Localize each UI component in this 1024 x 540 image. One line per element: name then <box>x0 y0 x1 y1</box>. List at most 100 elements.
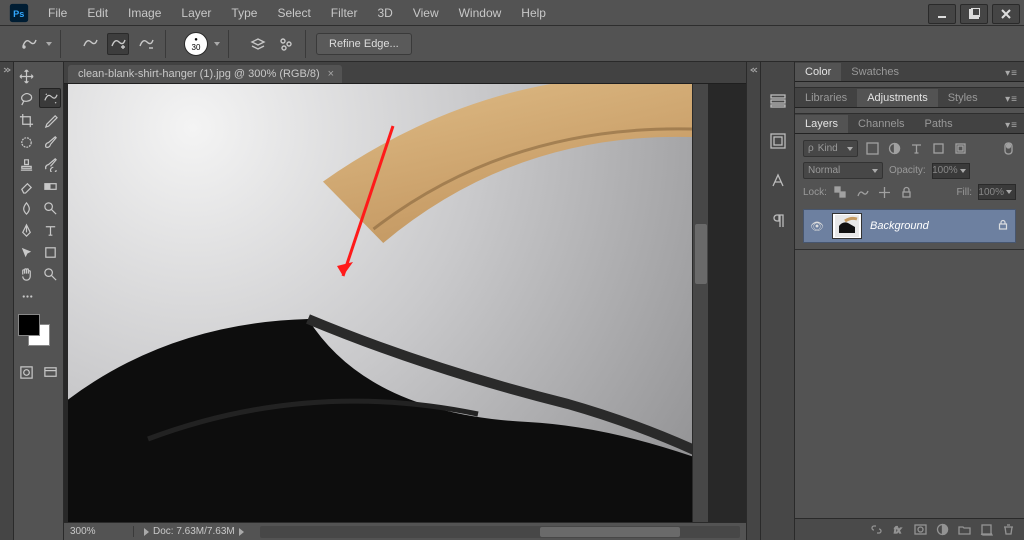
close-tab-icon[interactable]: × <box>328 68 334 80</box>
menu-file[interactable]: File <box>38 0 77 26</box>
filter-smart-icon[interactable] <box>952 141 968 157</box>
path-select-tool[interactable] <box>16 242 38 262</box>
tab-paths[interactable]: Paths <box>915 115 963 133</box>
shape-tool[interactable] <box>40 242 62 262</box>
lock-icon[interactable] <box>997 219 1009 234</box>
quick-select-tool-icon[interactable] <box>18 33 40 55</box>
blend-mode-select[interactable]: Normal <box>803 162 883 179</box>
menu-view[interactable]: View <box>403 0 449 26</box>
foreground-swatch[interactable] <box>18 314 40 336</box>
zoom-tool[interactable] <box>40 264 62 284</box>
tab-libraries[interactable]: Libraries <box>795 89 857 107</box>
zoom-readout[interactable]: 300% <box>64 526 134 537</box>
paragraph-panel-icon[interactable] <box>767 210 789 232</box>
canvas[interactable] <box>68 84 692 522</box>
character-panel-icon[interactable] <box>767 170 789 192</box>
auto-enhance-icon[interactable] <box>275 33 297 55</box>
color-swatches[interactable] <box>16 314 56 352</box>
minimize-button[interactable] <box>928 4 956 24</box>
edit-toolbar[interactable] <box>16 286 38 306</box>
eyedropper-tool[interactable] <box>40 110 62 130</box>
menu-layer[interactable]: Layer <box>171 0 221 26</box>
adjustment-layer-icon[interactable] <box>934 522 950 538</box>
panel-menu-icon[interactable]: ▾≡ <box>999 66 1024 81</box>
layer-mask-icon[interactable] <box>912 522 928 538</box>
eraser-tool[interactable] <box>16 176 38 196</box>
panel-menu-icon[interactable]: ▾≡ <box>999 92 1024 107</box>
tab-channels[interactable]: Channels <box>848 115 914 133</box>
filter-type-icon[interactable] <box>908 141 924 157</box>
menu-window[interactable]: Window <box>449 0 512 26</box>
tab-swatches[interactable]: Swatches <box>841 63 909 81</box>
panels-collapse-rail[interactable] <box>746 62 760 540</box>
tab-adjustments[interactable]: Adjustments <box>857 89 938 107</box>
filter-shape-icon[interactable] <box>930 141 946 157</box>
gradient-tool[interactable] <box>40 176 62 196</box>
properties-panel-icon[interactable] <box>767 130 789 152</box>
lock-image-icon[interactable] <box>855 184 871 200</box>
tool-preset-dropdown-icon[interactable] <box>46 42 52 46</box>
brush-size-swatch[interactable]: ●30 <box>184 32 208 56</box>
lock-position-icon[interactable] <box>877 184 893 200</box>
menu-image[interactable]: Image <box>118 0 171 26</box>
history-panel-icon[interactable] <box>767 90 789 112</box>
tab-layers[interactable]: Layers <box>795 115 848 133</box>
screen-mode-toggle[interactable] <box>40 362 62 382</box>
crop-tool[interactable] <box>16 110 38 130</box>
brush-picker-dropdown-icon[interactable] <box>214 42 220 46</box>
link-layers-icon[interactable] <box>868 522 884 538</box>
layer-style-icon[interactable]: fx <box>890 522 906 538</box>
fill-field[interactable]: 100% <box>978 184 1016 200</box>
filter-pixel-icon[interactable] <box>864 141 880 157</box>
menu-select[interactable]: Select <box>267 0 320 26</box>
document-tab[interactable]: clean-blank-shirt-hanger (1).jpg @ 300% … <box>68 65 342 83</box>
add-to-selection-icon[interactable] <box>107 33 129 55</box>
close-button[interactable] <box>992 4 1020 24</box>
patch-tool[interactable] <box>16 132 38 152</box>
horizontal-scroll-thumb[interactable] <box>540 527 680 537</box>
layer-thumbnail[interactable] <box>832 213 862 239</box>
artboard-tool[interactable] <box>40 66 62 86</box>
tab-color[interactable]: Color <box>795 63 841 81</box>
panel-menu-icon[interactable]: ▾≡ <box>999 118 1024 133</box>
delete-layer-icon[interactable] <box>1000 522 1016 538</box>
menu-3d[interactable]: 3D <box>367 0 402 26</box>
new-layer-icon[interactable] <box>978 522 994 538</box>
layer-row-background[interactable]: 👁 Background <box>803 209 1016 243</box>
blur-tool[interactable] <box>16 198 38 218</box>
quick-select-tool[interactable] <box>39 88 61 108</box>
history-brush-tool[interactable] <box>40 154 62 174</box>
dodge-tool[interactable] <box>40 198 62 218</box>
quick-mask-toggle[interactable] <box>16 362 38 382</box>
tab-styles[interactable]: Styles <box>938 89 988 107</box>
maximize-button[interactable] <box>960 4 988 24</box>
group-layers-icon[interactable] <box>956 522 972 538</box>
sample-all-layers-icon[interactable] <box>247 33 269 55</box>
pen-tool[interactable] <box>16 220 38 240</box>
menu-help[interactable]: Help <box>511 0 556 26</box>
lock-transparent-icon[interactable] <box>833 184 849 200</box>
lock-all-icon[interactable] <box>899 184 915 200</box>
filter-adjust-icon[interactable] <box>886 141 902 157</box>
horizontal-scrollbar[interactable] <box>260 526 740 538</box>
menu-type[interactable]: Type <box>221 0 267 26</box>
layer-filter-kind[interactable]: ρKind <box>803 140 858 157</box>
opacity-field[interactable]: 100% <box>932 163 970 179</box>
menu-filter[interactable]: Filter <box>321 0 368 26</box>
hand-tool[interactable] <box>16 264 38 284</box>
vertical-scrollbar[interactable] <box>692 84 708 522</box>
subtract-from-selection-icon[interactable] <box>135 33 157 55</box>
move-tool[interactable] <box>16 66 38 86</box>
toolbox-collapse-rail[interactable] <box>0 62 14 540</box>
stamp-tool[interactable] <box>16 154 38 174</box>
menu-edit[interactable]: Edit <box>77 0 118 26</box>
lasso-tool[interactable] <box>16 88 37 108</box>
docsize-readout[interactable]: Doc: 7.63M/7.63M <box>134 526 254 537</box>
visibility-toggle-icon[interactable]: 👁 <box>810 220 824 233</box>
filter-toggle-switch[interactable] <box>1000 141 1016 157</box>
refine-edge-button[interactable]: Refine Edge... <box>316 33 412 55</box>
brush-tool[interactable] <box>40 132 62 152</box>
vertical-scroll-thumb[interactable] <box>695 224 707 284</box>
new-selection-icon[interactable] <box>79 33 101 55</box>
type-tool[interactable] <box>40 220 62 240</box>
